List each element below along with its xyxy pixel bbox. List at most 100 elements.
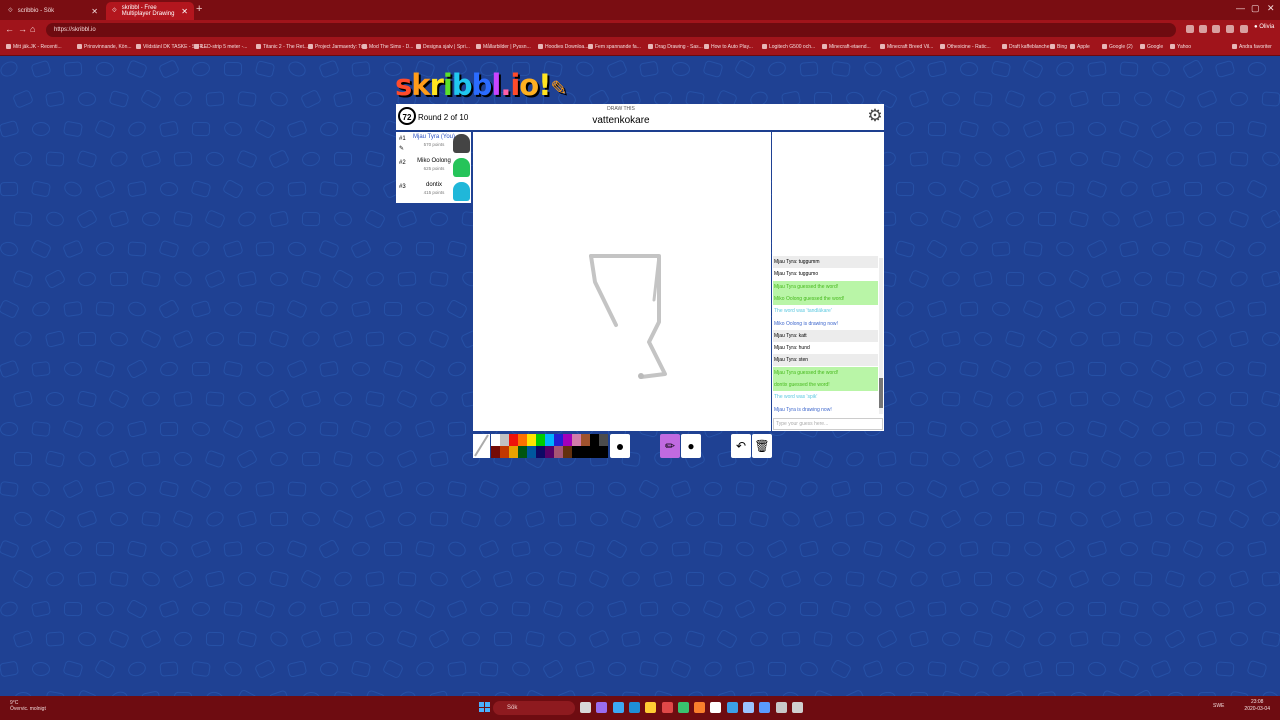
palette-color-swatch[interactable] [500, 446, 509, 458]
guess-input[interactable]: Type your guess here... [773, 418, 883, 430]
palette-color-swatch[interactable] [572, 446, 581, 458]
palette-color-swatch[interactable] [536, 446, 545, 458]
close-tab-icon[interactable]: ✕ [181, 7, 188, 16]
bookmark-item[interactable]: Google [1140, 44, 1163, 50]
bookmark-item[interactable]: Google (2) [1102, 44, 1133, 50]
drawing-canvas[interactable] [473, 132, 771, 431]
palette-color-swatch[interactable] [527, 446, 536, 458]
close-window-button[interactable]: ✕ [1267, 3, 1275, 14]
palette-color-swatch[interactable] [545, 434, 554, 446]
bookmark-item[interactable]: Mållarbilder | Pyssn... [476, 44, 531, 50]
palette-color-swatch[interactable] [554, 446, 563, 458]
palette-color-swatch[interactable] [599, 446, 608, 458]
taskbar-app-icon[interactable] [677, 702, 689, 713]
palette-color-swatch[interactable] [590, 434, 599, 446]
palette-color-swatch[interactable] [491, 434, 500, 446]
bookmark-item[interactable]: Othexicine - Ratic... [940, 44, 991, 50]
taskbar-app-icon[interactable] [743, 702, 754, 713]
bookmark-item[interactable]: Yahoo [1170, 44, 1191, 50]
taskbar-search[interactable]: Sök [493, 701, 575, 715]
current-color-swatch[interactable] [473, 434, 490, 458]
bookmark-item[interactable]: Andra favoriter [1232, 44, 1272, 50]
weather-widget[interactable]: 9°C Övervic. molnigt [10, 700, 46, 712]
bookmark-item[interactable]: LED-strip 5 meter -... [194, 44, 247, 50]
taskbar-app-icon[interactable] [710, 702, 722, 713]
taskbar-app-icon[interactable] [726, 702, 738, 713]
pencil-tool-button[interactable]: ✏ [660, 434, 680, 458]
taskbar-app-icon[interactable] [791, 702, 803, 713]
profile-button[interactable]: ● Olivia [1254, 24, 1274, 30]
taskbar-app-icon[interactable] [628, 702, 640, 713]
language-indicator[interactable]: SWE [1213, 703, 1224, 709]
taskbar-app-icon[interactable] [596, 702, 608, 713]
palette-color-swatch[interactable] [509, 446, 518, 458]
bookmark-item[interactable]: Draft kaffeblanche... [1002, 44, 1054, 50]
palette-color-swatch[interactable] [509, 434, 518, 446]
bookmark-item[interactable]: Bing [1050, 44, 1067, 50]
player-row[interactable]: #2 Miko Oolong 625 points [396, 156, 471, 180]
address-bar[interactable]: https://skribbl.io [46, 23, 1176, 37]
close-tab-icon[interactable]: ✕ [91, 7, 98, 16]
palette-color-swatch[interactable] [599, 434, 608, 446]
palette-color-swatch[interactable] [545, 446, 554, 458]
taskbar-app-icon[interactable] [694, 702, 706, 713]
palette-color-swatch[interactable] [554, 434, 563, 446]
collections-icon[interactable] [1212, 25, 1220, 33]
windows-start-icon[interactable] [479, 702, 490, 712]
maximize-button[interactable]: ▢ [1251, 3, 1260, 14]
bookmark-item[interactable]: Mod The Sims - D... [362, 44, 413, 50]
clear-canvas-button[interactable]: 🗑 [752, 434, 772, 458]
bookmark-item[interactable]: Logitech G500 och... [762, 44, 815, 50]
bookmark-item[interactable]: Minecraft-etaend... [822, 44, 871, 50]
palette-color-swatch[interactable] [563, 434, 572, 446]
background-doodle [908, 509, 930, 529]
taskbar-app-icon[interactable] [661, 702, 673, 713]
bookmark-item[interactable]: Minecraft Breed Vil... [880, 44, 933, 50]
extension-icon[interactable] [1186, 25, 1194, 33]
taskbar-clock[interactable]: 23:08 2020-03-04 [1244, 699, 1270, 713]
palette-color-swatch[interactable] [572, 434, 581, 446]
gear-icon[interactable]: ⚙ [866, 107, 884, 125]
undo-button[interactable]: ↶ [731, 434, 751, 458]
player-row[interactable]: #1 ✎ Mjau Tyra (You) 570 points [396, 132, 471, 156]
bookmark-item[interactable]: Project Jarmaerdy: To... [308, 44, 368, 50]
bookmark-item[interactable]: Hoodies Downloa... [538, 44, 588, 50]
taskbar-app-icon[interactable] [775, 702, 787, 713]
palette-color-swatch[interactable] [527, 434, 536, 446]
palette-color-swatch[interactable] [590, 446, 599, 458]
new-tab-button[interactable]: + [196, 3, 202, 15]
bookmark-item[interactable]: Drag Drawing - Sas... [648, 44, 703, 50]
bookmark-item[interactable]: How to Auto Play... [704, 44, 753, 50]
fill-bucket-button[interactable]: ● [681, 434, 701, 458]
back-button[interactable]: ← [5, 24, 14, 34]
downloads-icon[interactable] [1226, 25, 1234, 33]
player-row[interactable]: #3 dontix 415 points [396, 180, 471, 204]
favorites-icon[interactable] [1199, 25, 1207, 33]
palette-color-swatch[interactable] [581, 446, 590, 458]
palette-color-swatch[interactable] [491, 446, 500, 458]
bookmark-item[interactable]: Designa sjalv | Spri... [416, 44, 470, 50]
palette-color-swatch[interactable] [581, 434, 590, 446]
forward-button[interactable]: → [18, 24, 27, 34]
taskbar-app-icon[interactable] [759, 702, 771, 713]
palette-color-swatch[interactable] [518, 434, 527, 446]
chat-scroll-thumb[interactable] [879, 378, 883, 408]
minimize-button[interactable]: — [1236, 3, 1245, 13]
home-icon[interactable]: ⌂ [30, 24, 35, 34]
browser-tab-1[interactable]: ⟐ scribbio - Sök ✕ [2, 2, 104, 20]
palette-color-swatch[interactable] [518, 446, 527, 458]
bookmark-item[interactable]: Prinsvinnande, Kön... [77, 44, 132, 50]
brush-size-button[interactable] [610, 434, 630, 458]
palette-color-swatch[interactable] [563, 446, 572, 458]
browser-tab-2[interactable]: ⟐ skribbl - Free Multiplayer Drawing ✕ [106, 2, 194, 20]
taskbar-app-icon[interactable] [580, 702, 591, 713]
bookmark-item[interactable]: Apple [1070, 44, 1090, 50]
taskbar-app-icon[interactable] [645, 702, 657, 713]
palette-color-swatch[interactable] [536, 434, 545, 446]
taskbar-app-icon[interactable] [612, 702, 624, 713]
bookmark-item[interactable]: Mitt jäk.JK - Recenti... [6, 44, 62, 50]
bookmark-item[interactable]: Fem spannande fa... [588, 44, 641, 50]
settings-menu-icon[interactable] [1240, 25, 1248, 33]
palette-color-swatch[interactable] [500, 434, 509, 446]
bookmark-item[interactable]: Titanic 2 - The Ret... [256, 44, 308, 50]
